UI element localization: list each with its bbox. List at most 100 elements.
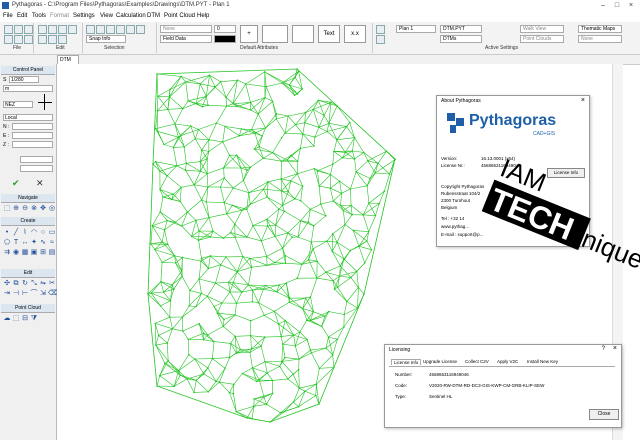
z-field[interactable] <box>12 141 53 148</box>
save-file-icon[interactable] <box>24 25 33 34</box>
deselect-icon[interactable] <box>126 25 135 34</box>
help-icon[interactable]: ? <box>602 346 605 352</box>
dimension-icon[interactable]: ↔ <box>21 239 29 247</box>
line-icon[interactable]: ╱ <box>12 229 20 237</box>
about-close-icon[interactable]: × <box>581 97 585 104</box>
text-style-button[interactable]: Text <box>318 25 340 43</box>
menu-point-cloud[interactable]: Point Cloud <box>164 13 195 19</box>
input-field-1[interactable] <box>20 156 53 163</box>
trim-icon[interactable]: ✂ <box>48 280 56 288</box>
web-link[interactable]: www.pythag... <box>441 224 469 229</box>
curve-icon[interactable]: ∿ <box>39 239 47 247</box>
cut-icon[interactable] <box>38 25 47 34</box>
pointer-icon[interactable]: ⬚ <box>3 205 11 213</box>
zoom-in-icon[interactable]: ⊕ <box>12 205 20 213</box>
find-icon[interactable] <box>58 35 67 44</box>
cloud-filter-icon[interactable]: ⧩ <box>30 315 38 323</box>
join-icon[interactable]: ⊢ <box>21 290 29 298</box>
plan-icon[interactable] <box>376 25 385 34</box>
menu-calculation[interactable]: Calculation <box>116 13 146 19</box>
delete-icon[interactable] <box>48 35 57 44</box>
dtm-icon[interactable] <box>376 35 385 44</box>
licensing-close-icon[interactable]: × <box>613 345 617 352</box>
menu-settings[interactable]: Settings <box>73 13 95 19</box>
copy-icon[interactable] <box>48 25 57 34</box>
number-format-button[interactable]: x.x <box>344 25 366 43</box>
tab-dtm[interactable]: DTM <box>57 55 79 64</box>
zoom-all-icon[interactable]: ◎ <box>48 205 56 213</box>
menu-file[interactable]: File <box>3 13 13 19</box>
e-field[interactable] <box>12 132 53 139</box>
mirror-icon[interactable]: ⇋ <box>39 280 47 288</box>
image-icon[interactable]: ▣ <box>30 249 38 257</box>
rotate-icon[interactable]: ↻ <box>21 280 29 288</box>
scale-tool-icon[interactable]: ⤡ <box>30 280 38 288</box>
spline-icon[interactable]: ≈ <box>48 239 56 247</box>
symbol-box[interactable]: + <box>240 25 258 43</box>
tab-license-info[interactable]: License Info <box>391 359 421 365</box>
select-window-icon[interactable] <box>96 25 105 34</box>
export-icon[interactable] <box>14 35 23 44</box>
menu-view[interactable]: View <box>100 13 113 19</box>
arc-icon[interactable]: ◠ <box>30 229 38 237</box>
dtm-file-combo[interactable]: DTM.PYT <box>440 25 482 33</box>
menu-tools[interactable]: Tools <box>32 13 46 19</box>
menu-dtm[interactable]: DTM <box>147 13 160 19</box>
tab-upgrade-license[interactable]: Upgrade License <box>423 359 457 364</box>
redo-icon[interactable] <box>38 35 47 44</box>
fillet-icon[interactable]: ⌒ <box>30 290 38 298</box>
fill-box[interactable] <box>292 25 314 43</box>
plan-combo[interactable]: Plan 1 <box>396 25 436 33</box>
dtms-combo[interactable]: DTMs <box>440 35 482 43</box>
coord-system-combo[interactable]: Local <box>3 114 53 121</box>
select-all-icon[interactable] <box>116 25 125 34</box>
tab-apply-v2c[interactable]: Apply V2C <box>497 359 518 364</box>
target-icon[interactable]: ◉ <box>12 249 20 257</box>
pan-icon[interactable]: ✥ <box>39 205 47 213</box>
scale-field[interactable]: 1/280 <box>9 76 39 83</box>
import-icon[interactable] <box>24 35 33 44</box>
nez-combo[interactable]: NEZ <box>3 101 33 108</box>
walk-view-combo[interactable]: Walk View <box>520 25 564 33</box>
zoom-out-icon[interactable]: ⊖ <box>21 205 29 213</box>
tab-collect-c2v[interactable]: Collect C2V <box>465 359 489 364</box>
close-icon[interactable]: × <box>626 1 636 10</box>
confirm-icon[interactable]: ✔ <box>12 178 20 189</box>
filter-icon[interactable] <box>136 25 145 34</box>
snap-info-combo[interactable]: Snap Info <box>86 35 126 43</box>
select-polygon-icon[interactable] <box>106 25 115 34</box>
input-field-2[interactable] <box>20 165 53 172</box>
close-button[interactable]: Close <box>589 409 619 420</box>
move-icon[interactable]: ✣ <box>3 280 11 288</box>
cancel-icon[interactable]: ✕ <box>36 178 44 189</box>
point-icon[interactable]: • <box>3 229 11 237</box>
select-icon[interactable] <box>86 25 95 34</box>
stretch-icon[interactable]: ⇲ <box>39 290 47 298</box>
cloud-select-icon[interactable]: ⬚ <box>12 315 20 323</box>
polyline-icon[interactable]: ⌇ <box>21 229 29 237</box>
polygon-icon[interactable]: ⬠ <box>3 239 11 247</box>
cloud-section-icon[interactable]: ⊟ <box>21 315 29 323</box>
point-clouds-combo[interactable]: Point Clouds <box>520 35 564 43</box>
extend-icon[interactable]: ⇥ <box>3 290 11 298</box>
zoom-window-icon[interactable]: ⊗ <box>30 205 38 213</box>
n-field[interactable] <box>12 123 53 130</box>
line-width-combo[interactable]: 0 <box>214 25 236 33</box>
print-icon[interactable] <box>4 35 13 44</box>
color-combo[interactable] <box>214 35 236 43</box>
block-icon[interactable]: ▤ <box>48 249 56 257</box>
offset-icon[interactable]: ⇉ <box>3 249 11 257</box>
menu-help[interactable]: Help <box>197 13 209 19</box>
hatch-icon[interactable]: ▦ <box>21 249 29 257</box>
rectangle-icon[interactable]: ▭ <box>48 229 56 237</box>
line-style-box[interactable] <box>262 25 288 43</box>
circle-icon[interactable]: ○ <box>39 229 47 237</box>
layer-combo[interactable]: None <box>160 25 212 33</box>
cloud-import-icon[interactable]: ☁ <box>3 315 11 323</box>
text-icon[interactable]: T <box>12 239 20 247</box>
break-icon[interactable]: ⊣ <box>12 290 20 298</box>
unit-combo[interactable]: m <box>3 85 53 92</box>
menu-edit[interactable]: Edit <box>17 13 27 19</box>
symbol-icon[interactable]: ✦ <box>30 239 38 247</box>
menu-format[interactable]: Format <box>50 13 69 19</box>
